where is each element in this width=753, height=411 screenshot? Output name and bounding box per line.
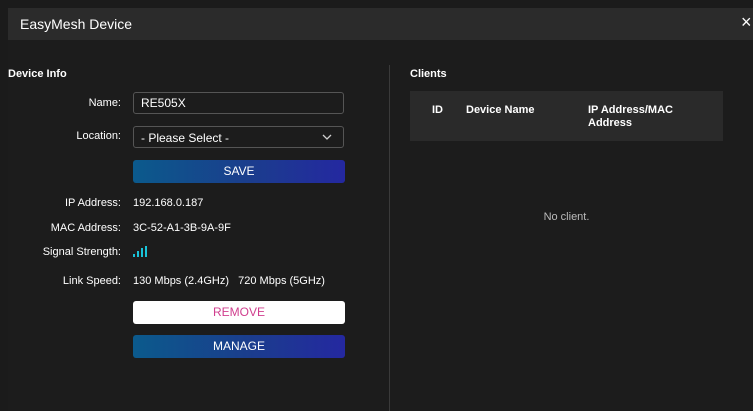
location-selected-value: - Please Select - — [141, 131, 230, 145]
location-select[interactable]: - Please Select - — [133, 126, 344, 148]
remove-button[interactable]: REMOVE — [133, 301, 345, 324]
location-label: Location: — [76, 130, 121, 142]
mac-address-value: 3C-52-A1-3B-9A-9F — [133, 222, 231, 234]
name-label: Name: — [88, 97, 121, 109]
clients-table-header: ID Device Name IP Address/MAC Address — [410, 91, 723, 141]
dialog-title: EasyMesh Device — [20, 16, 133, 32]
save-button[interactable]: SAVE — [133, 160, 345, 183]
manage-button[interactable]: MANAGE — [133, 335, 345, 358]
no-client-message: No client. — [543, 211, 590, 223]
link-speed-value: 130 Mbps (2.4GHz) 720 Mbps (5GHz) — [133, 275, 325, 287]
ip-address-label: IP Address: — [64, 197, 121, 209]
name-input[interactable] — [134, 93, 343, 113]
close-icon[interactable]: × — [741, 12, 753, 32]
name-field[interactable] — [133, 92, 344, 114]
dialog-body: Device Info Name: Location: - Please Sel… — [8, 40, 753, 411]
column-header-id: ID — [432, 104, 443, 116]
signal-strength-label: Signal Strength: — [42, 246, 121, 258]
column-header-ip-mac: IP Address/MAC Address — [588, 104, 673, 129]
ip-address-value: 192.168.0.187 — [133, 197, 204, 209]
dialog-titlebar: EasyMesh Device × — [8, 8, 753, 40]
clients-title: Clients — [410, 68, 447, 80]
column-header-device-name: Device Name — [466, 104, 535, 116]
section-divider — [389, 65, 390, 411]
mac-address-label: MAC Address: — [50, 222, 121, 234]
device-info-title: Device Info — [8, 68, 67, 80]
link-speed-label: Link Speed: — [62, 275, 121, 287]
chevron-down-icon — [322, 134, 332, 140]
signal-bars-icon — [133, 246, 147, 257]
